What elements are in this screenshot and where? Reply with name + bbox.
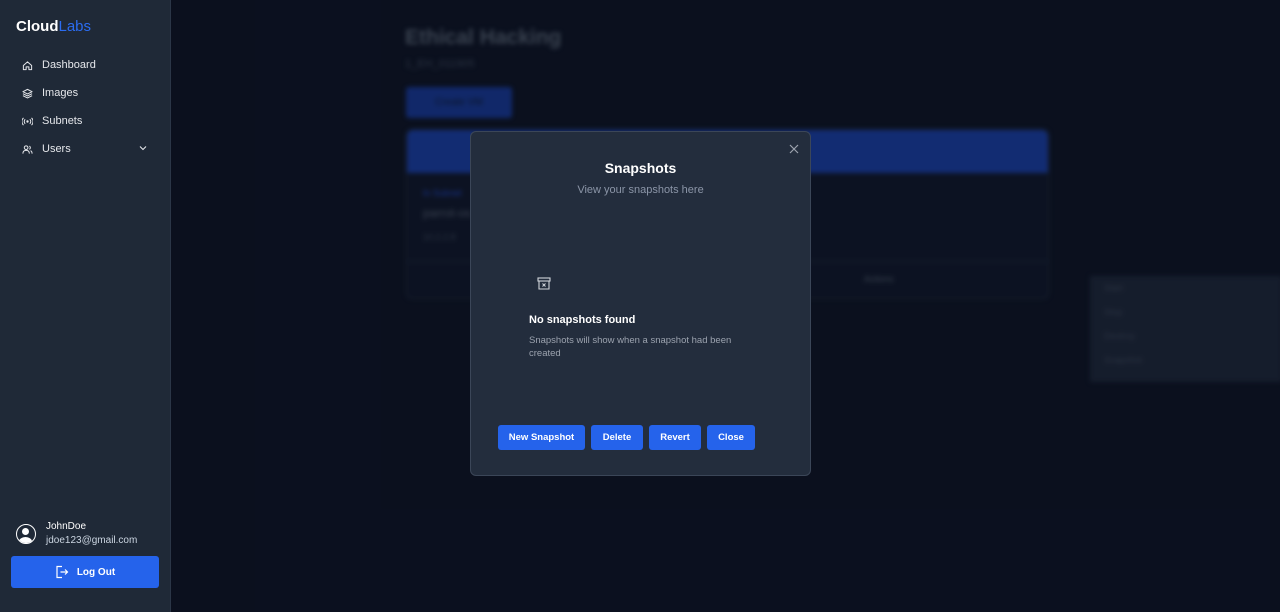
sidebar-item-users[interactable]: Users (10, 135, 160, 163)
broadcast-icon (22, 116, 33, 127)
sidebar-item-subnets[interactable]: Subnets (10, 107, 160, 135)
logout-label: Log Out (76, 566, 116, 578)
user-email: jdoe123@gmail.com (46, 535, 138, 546)
sidebar-item-label: Users (42, 143, 71, 155)
user-profile: JohnDoe jdoe123@gmail.com (16, 521, 137, 546)
avatar (16, 523, 36, 544)
brand-logo[interactable]: CloudLabs (16, 18, 91, 35)
brand-logo-part1: Cloud (16, 18, 59, 35)
sidebar-item-dashboard[interactable]: Dashboard (10, 51, 160, 79)
sidebar-item-label: Subnets (42, 115, 83, 127)
new-snapshot-button[interactable]: New Snapshot (498, 425, 585, 450)
sidebar-nav: Dashboard Images Subnets Users (10, 51, 160, 163)
empty-state-text: Snapshots will show when a snapshot had … (529, 335, 732, 359)
delete-button[interactable]: Delete (591, 425, 643, 450)
sidebar-item-label: Images (42, 87, 79, 99)
modal-title: Snapshots (604, 160, 677, 176)
close-icon[interactable] (788, 142, 800, 154)
layers-icon (22, 88, 33, 99)
close-button[interactable]: Close (707, 425, 755, 450)
logout-button[interactable]: Log Out (11, 556, 159, 588)
home-icon (22, 60, 33, 71)
snapshots-modal: Snapshots View your snapshots here No sn… (470, 131, 811, 476)
brand-logo-part2: Labs (58, 18, 92, 35)
modal-subtitle: View your snapshots here (577, 184, 704, 196)
user-name: JohnDoe (46, 521, 87, 532)
sidebar-item-images[interactable]: Images (10, 79, 160, 107)
modal-actions: New Snapshot Delete Revert Close (498, 425, 761, 450)
logout-icon (55, 565, 69, 579)
revert-button[interactable]: Revert (649, 425, 701, 450)
sidebar-item-label: Dashboard (42, 59, 96, 71)
empty-state-title: No snapshots found (529, 314, 636, 326)
archive-icon (537, 277, 551, 290)
chevron-down-icon[interactable] (138, 143, 148, 156)
sidebar: CloudLabs Dashboard Images Subnets Users (0, 0, 171, 612)
users-icon (22, 144, 33, 155)
